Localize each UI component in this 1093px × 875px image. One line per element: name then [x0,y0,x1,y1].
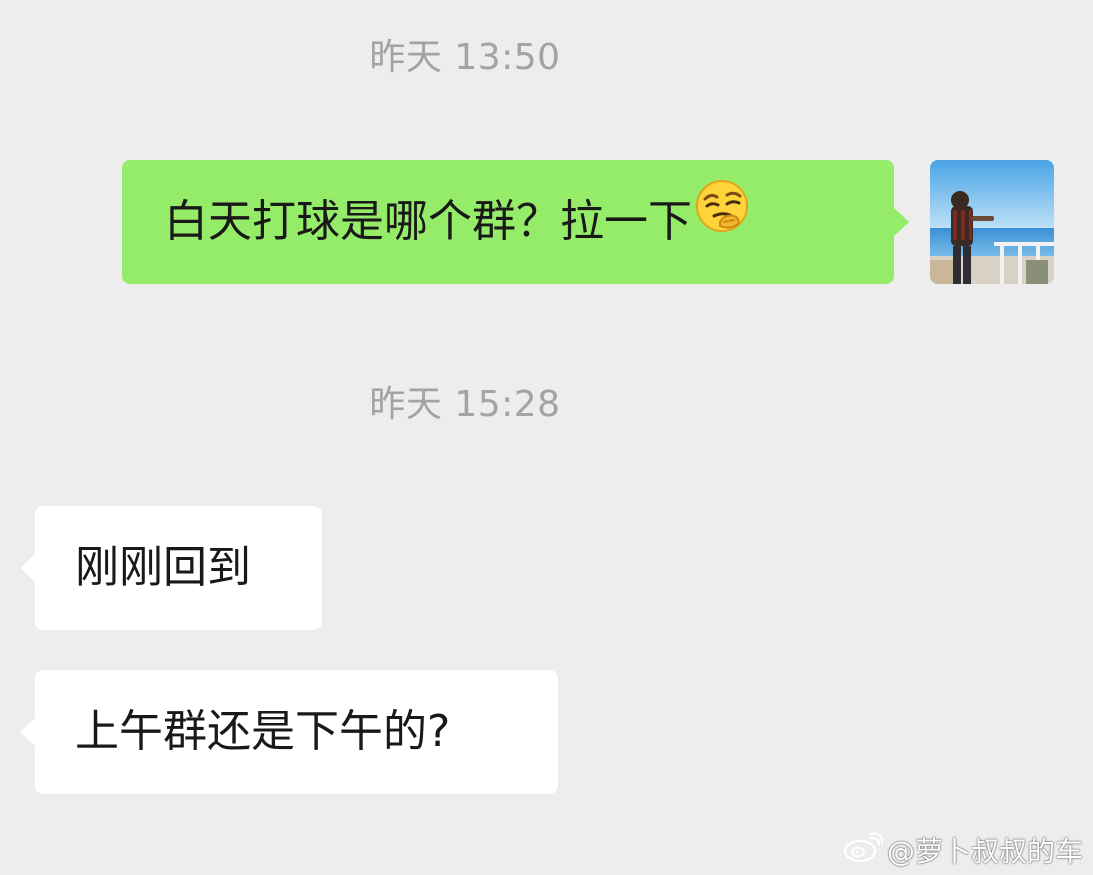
incoming-message-bubble[interactable]: 上午群还是下午的? [20,670,558,794]
weibo-icon [843,831,885,869]
outgoing-message-bubble[interactable]: 白天打球是哪个群？拉一下 [122,158,909,284]
message-text: 刚刚回到 [75,542,251,593]
smirk-emoji-icon [694,158,750,282]
weibo-watermark: @萝卜叔叔的车 [843,831,1083,869]
timestamp: 昨天 15:28 [369,384,561,425]
message-text: 上午群还是下午的? [75,706,451,757]
message-text: 白天打球是哪个群？拉一下 [164,196,692,247]
incoming-message-bubble[interactable]: 刚刚回到 [20,506,322,630]
timestamp: 昨天 13:50 [369,37,561,78]
user-avatar[interactable] [930,160,1054,284]
watermark-text: @萝卜叔叔的车 [886,835,1083,868]
